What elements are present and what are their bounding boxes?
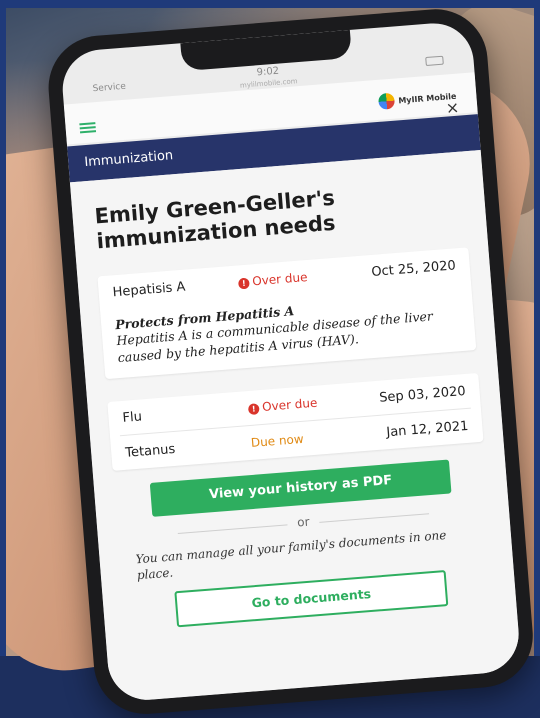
phone-screen: Service 9:02 mylilmobile.com MyIIR Mobil…	[59, 20, 522, 703]
due-date: Oct 25, 2020	[370, 258, 457, 280]
status-badge: ! Over due	[247, 395, 318, 416]
vaccine-name: Hepatisis A	[112, 279, 186, 301]
vaccine-list: Flu ! Over due Sep 03, 2020 Tetanus Due n…	[107, 372, 484, 471]
main-content: Emily Green-Geller's immunization needs …	[69, 150, 522, 703]
section-title: Immunization	[83, 148, 174, 171]
frame-top	[0, 0, 540, 8]
status-label: Over due	[251, 270, 308, 289]
frame-left	[0, 0, 6, 656]
alert-icon: !	[237, 277, 250, 290]
phone: Service 9:02 mylilmobile.com MyIIR Mobil…	[44, 5, 537, 718]
due-date: Sep 03, 2020	[378, 383, 467, 406]
frame-right	[534, 0, 540, 656]
due-date: Jan 12, 2021	[385, 418, 469, 441]
vaccine-name: Tetanus	[124, 441, 176, 461]
logo-icon	[377, 92, 395, 110]
vaccine-name: Flu	[122, 409, 143, 426]
battery-icon	[425, 55, 444, 67]
hepatitis-card[interactable]: Hepatisis A ! Over due Oct 25, 2020 Prote…	[97, 247, 477, 379]
page-title: Emily Green-Geller's immunization needs	[93, 185, 337, 254]
background-photo: Service 9:02 mylilmobile.com MyIIR Mobil…	[0, 0, 540, 718]
status-label: Over due	[261, 395, 318, 414]
close-icon[interactable]: ×	[445, 98, 460, 118]
alert-icon: !	[247, 403, 260, 416]
status-badge: Due now	[250, 431, 305, 450]
hamburger-icon[interactable]	[79, 122, 97, 134]
go-to-documents-button[interactable]: Go to documents	[174, 570, 449, 628]
status-badge: ! Over due	[237, 270, 308, 290]
